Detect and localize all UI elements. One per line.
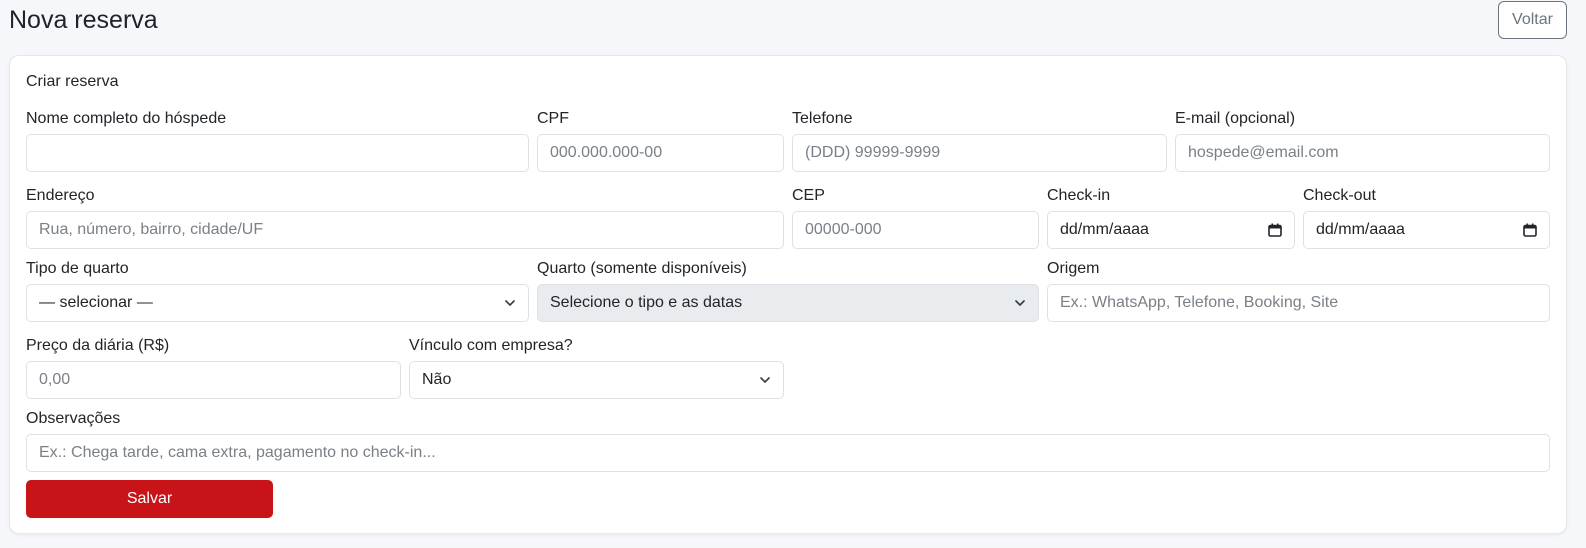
room-label: Quarto (somente disponíveis) <box>537 260 747 277</box>
chevron-down-icon <box>505 300 515 306</box>
phone-input[interactable] <box>792 134 1167 172</box>
daily-price-input[interactable] <box>26 361 401 399</box>
room-type-label: Tipo de quarto <box>26 260 129 277</box>
guest-name-label: Nome completo do hóspede <box>26 110 227 127</box>
origin-label: Origem <box>1047 260 1100 277</box>
company-link-label: Vínculo com empresa? <box>409 337 573 354</box>
cpf-label: CPF <box>537 110 569 127</box>
checkout-date-value: dd/mm/aaaa <box>1316 221 1405 238</box>
cep-label: CEP <box>792 187 825 204</box>
cpf-input[interactable] <box>537 134 784 172</box>
phone-label: Telefone <box>792 110 853 127</box>
email-label: E-mail (opcional) <box>1175 110 1296 127</box>
company-link-value: Não <box>422 371 452 388</box>
daily-price-label: Preço da diária (R$) <box>26 337 170 354</box>
email-input[interactable] <box>1175 134 1550 172</box>
room-value: Selecione o tipo e as datas <box>550 294 743 311</box>
room-type-select[interactable]: — selecionar — <box>26 284 529 322</box>
reservation-card: Criar reserva Nome completo do hóspede C… <box>9 55 1567 534</box>
page-title: Nova reserva <box>9 6 158 34</box>
checkout-date-input[interactable]: dd/mm/aaaa <box>1303 211 1550 249</box>
chevron-down-icon <box>1015 300 1025 306</box>
address-input[interactable] <box>26 211 784 249</box>
checkin-date-input[interactable]: dd/mm/aaaa <box>1047 211 1295 249</box>
room-select: Selecione o tipo e as datas <box>537 284 1039 322</box>
address-label: Endereço <box>26 187 95 204</box>
back-button[interactable]: Voltar <box>1498 1 1567 39</box>
room-type-value: — selecionar — <box>39 294 153 311</box>
checkin-date-value: dd/mm/aaaa <box>1060 221 1149 238</box>
calendar-icon[interactable] <box>1268 223 1282 237</box>
company-link-select[interactable]: Não <box>409 361 784 399</box>
calendar-icon[interactable] <box>1523 223 1537 237</box>
page: Nova reserva Voltar Criar reserva Nome c… <box>0 0 1586 548</box>
save-button[interactable]: Salvar <box>26 480 273 518</box>
card-title: Criar reserva <box>26 73 119 90</box>
notes-input[interactable] <box>26 434 1550 472</box>
checkout-label: Check-out <box>1303 187 1376 204</box>
origin-input[interactable] <box>1047 284 1550 322</box>
checkin-label: Check-in <box>1047 187 1111 204</box>
cep-input[interactable] <box>792 211 1039 249</box>
notes-label: Observações <box>26 410 121 427</box>
guest-name-input[interactable] <box>26 134 529 172</box>
chevron-down-icon <box>760 377 770 383</box>
